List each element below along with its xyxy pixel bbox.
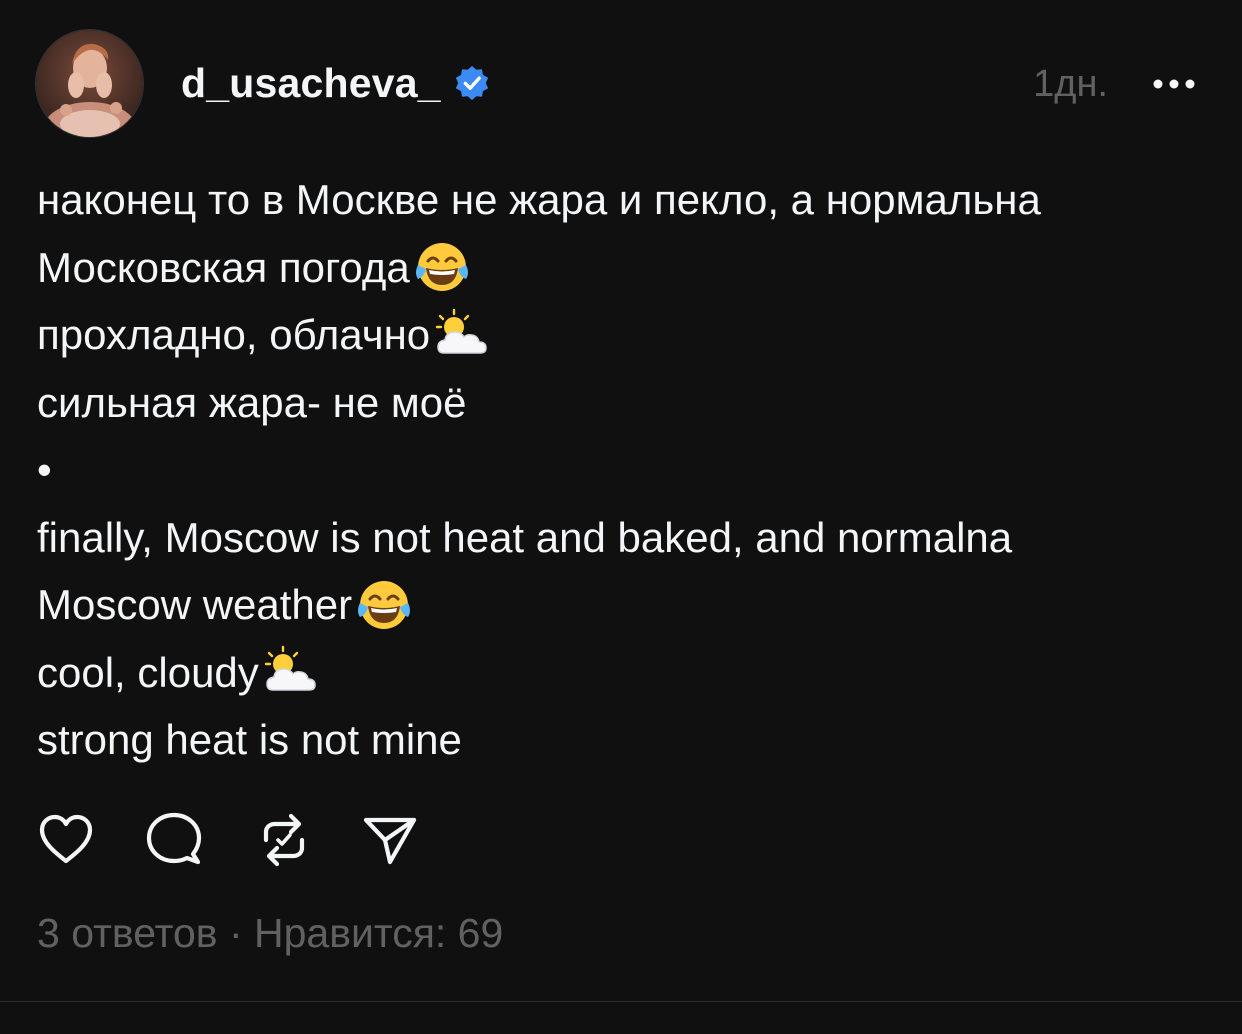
tears-of-joy-emoji <box>410 239 470 295</box>
replies-count[interactable]: 3 ответов <box>37 910 218 956</box>
repost-icon[interactable] <box>254 810 314 870</box>
sun-behind-cloud-emoji <box>259 644 319 700</box>
stats-separator: · <box>217 910 254 956</box>
thread-post: d_usacheva_ 1дн. наконец то в Москве не … <box>0 0 1242 1034</box>
post-text-line: cool, cloudy <box>37 639 1207 707</box>
comment-icon[interactable] <box>144 810 204 870</box>
post-text-line: Moscow weather <box>37 571 1207 639</box>
likes-count[interactable]: Нравится: 69 <box>254 910 503 956</box>
post-stats: 3 ответов · Нравится: 69 <box>37 905 503 961</box>
verified-badge-icon <box>455 65 488 101</box>
send-icon[interactable] <box>360 810 420 870</box>
sun-behind-cloud-emoji <box>430 307 490 363</box>
post-text-line: прохладно, облачно <box>37 301 1207 369</box>
post-divider <box>0 1001 1242 1002</box>
post-text: strong heat is not mine <box>37 716 462 763</box>
username[interactable]: d_usacheva_ <box>181 58 441 108</box>
post-text: finally, Moscow is not heat and baked, a… <box>37 513 1013 561</box>
post-text-line: finally, Moscow is not heat and baked, a… <box>37 504 1207 572</box>
post-text: • <box>37 446 52 493</box>
avatar-image <box>36 30 143 137</box>
post-text-line: • <box>37 436 1207 504</box>
post-text-line: наконец то в Москве не жара и пекло, а н… <box>37 166 1207 234</box>
post-text: наконец то в Москве не жара и пекло, а н… <box>37 176 1041 223</box>
more-options-icon[interactable] <box>1150 60 1198 108</box>
heart-icon[interactable] <box>36 810 96 870</box>
tears-of-joy-emoji <box>352 577 412 633</box>
post-text: cool, cloudy <box>37 648 259 696</box>
post-text: прохладно, облачно <box>37 311 431 358</box>
post-text-line: Московская погода <box>37 234 1207 302</box>
post-body: наконец то в Москве не жара и пекло, а н… <box>37 166 1207 774</box>
author-header: d_usacheva_ <box>181 58 491 108</box>
post-text: сильная жара- не моё <box>37 378 467 426</box>
post-text: Московская погода <box>37 243 410 291</box>
post-text-line: сильная жара- не моё <box>37 369 1207 437</box>
post-text: Moscow weather <box>37 581 353 628</box>
post-timestamp: 1дн. <box>1033 63 1108 105</box>
avatar[interactable] <box>36 30 143 137</box>
post-text-line: strong heat is not mine <box>37 706 1207 774</box>
